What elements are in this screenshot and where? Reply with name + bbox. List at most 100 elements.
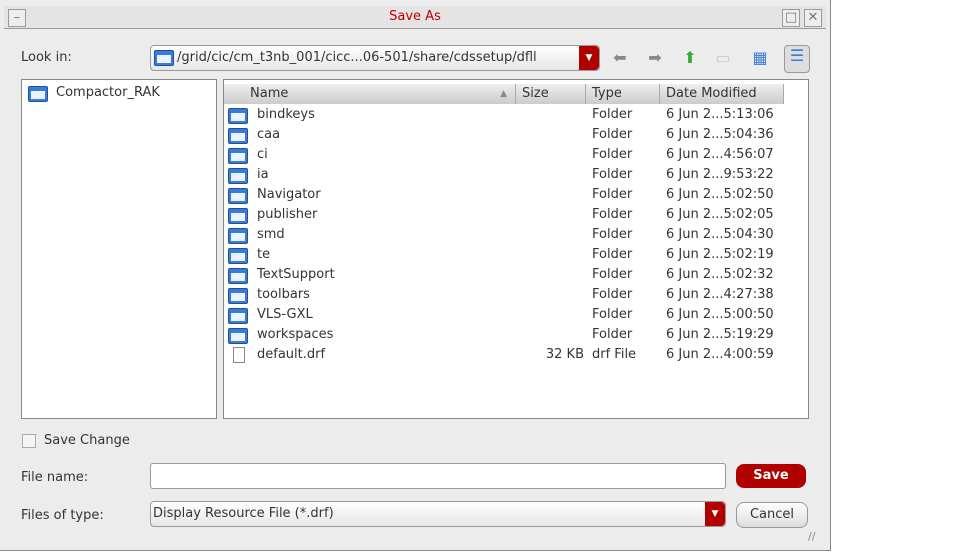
- column-header-name[interactable]: Name ▲: [224, 84, 516, 104]
- folder-icon: [228, 208, 248, 224]
- file-name: ia: [257, 167, 269, 182]
- folder-icon: [228, 188, 248, 204]
- table-row[interactable]: workspaces Folder 6 Jun 2...5:19:29: [228, 325, 798, 345]
- file-type: Folder: [592, 307, 633, 322]
- folder-icon: [228, 148, 248, 164]
- file-type: Folder: [592, 207, 633, 222]
- table-row[interactable]: VLS-GXL Folder 6 Jun 2...5:00:50: [228, 305, 798, 325]
- column-header-type[interactable]: Type: [586, 84, 660, 104]
- table-row[interactable]: Navigator Folder 6 Jun 2...5:02:50: [228, 185, 798, 205]
- file-date: 6 Jun 2...4:27:38: [666, 287, 774, 302]
- save-change-label: Save Change: [44, 433, 130, 448]
- file-name: toolbars: [257, 287, 310, 302]
- file-date: 6 Jun 2...5:04:30: [666, 227, 774, 242]
- sort-asc-icon: ▲: [500, 89, 507, 99]
- files-of-type-combo[interactable]: Display Resource File (*.drf) ▼: [150, 501, 726, 527]
- file-type: Folder: [592, 127, 633, 142]
- file-type: Folder: [592, 167, 633, 182]
- resize-grip-icon[interactable]: //: [808, 530, 815, 543]
- file-list: Name ▲ Size Type Date Modified bindkeys Fo…: [223, 79, 809, 419]
- look-in-label: Look in:: [21, 50, 72, 65]
- file-size: 32 KB: [545, 347, 584, 362]
- files-of-type-value: Display Resource File (*.drf): [153, 506, 334, 521]
- back-arrow-icon[interactable]: ⬅: [610, 48, 630, 68]
- cancel-button[interactable]: Cancel: [736, 502, 808, 528]
- file-date: 6 Jun 2...4:00:59: [666, 347, 774, 362]
- file-name: TextSupport: [257, 267, 335, 282]
- table-row[interactable]: bindkeys Folder 6 Jun 2...5:13:06: [228, 105, 798, 125]
- file-icon: [233, 347, 245, 363]
- title-bar: – Save As □ ✕: [4, 6, 826, 29]
- header-label: Name: [250, 86, 289, 101]
- table-row[interactable]: caa Folder 6 Jun 2...5:04:36: [228, 125, 798, 145]
- save-button[interactable]: Save: [736, 464, 806, 488]
- maximize-button[interactable]: □: [782, 9, 800, 27]
- table-row[interactable]: smd Folder 6 Jun 2...5:04:30: [228, 225, 798, 245]
- file-type: Folder: [592, 187, 633, 202]
- file-name: default.drf: [257, 347, 326, 362]
- file-name: workspaces: [257, 327, 334, 342]
- file-date: 6 Jun 2...5:13:06: [666, 107, 774, 122]
- folder-icon: [228, 228, 248, 244]
- file-date: 6 Jun 2...9:53:22: [666, 167, 774, 182]
- item-label: Compactor_RAK: [56, 85, 160, 100]
- column-header-date[interactable]: Date Modified: [660, 84, 784, 104]
- file-date: 6 Jun 2...5:00:50: [666, 307, 774, 322]
- table-row[interactable]: te Folder 6 Jun 2...5:02:19: [228, 245, 798, 265]
- folder-icon: [154, 50, 174, 66]
- table-row[interactable]: publisher Folder 6 Jun 2...5:02:05: [228, 205, 798, 225]
- file-date: 6 Jun 2...5:02:50: [666, 187, 774, 202]
- file-date: 6 Jun 2...4:56:07: [666, 147, 774, 162]
- folder-icon: [228, 108, 248, 124]
- file-name: VLS-GXL: [257, 307, 313, 322]
- file-type: Folder: [592, 227, 633, 242]
- save-as-dialog: – Save As □ ✕ Look in: /grid/cic/cm_t3nb…: [0, 0, 831, 551]
- folder-icon: [228, 328, 248, 344]
- table-row[interactable]: ci Folder 6 Jun 2...4:56:07: [228, 145, 798, 165]
- table-row[interactable]: default.drf 32 KB drf File 6 Jun 2...4:00:5…: [228, 345, 798, 365]
- file-name: publisher: [257, 207, 318, 222]
- look-in-path: /grid/cic/cm_t3nb_001/cicc...06-501/shar…: [177, 50, 537, 65]
- file-type: Folder: [592, 147, 633, 162]
- folder-icon: [228, 308, 248, 324]
- folder-icon: [228, 268, 248, 284]
- file-type: Folder: [592, 267, 633, 282]
- places-list: Compactor_RAK: [21, 79, 217, 419]
- file-type: drf File: [592, 347, 637, 362]
- file-type: Folder: [592, 287, 633, 302]
- close-button[interactable]: ✕: [804, 9, 822, 27]
- up-folder-icon[interactable]: ⬆: [680, 48, 700, 68]
- list-item[interactable]: Compactor_RAK: [26, 83, 206, 103]
- folder-icon: [228, 128, 248, 144]
- forward-arrow-icon[interactable]: ➡: [645, 48, 665, 68]
- new-folder-icon[interactable]: ▭: [713, 48, 733, 68]
- file-name: ci: [257, 147, 268, 162]
- folder-icon: [228, 248, 248, 264]
- file-name: smd: [257, 227, 285, 242]
- file-type: Folder: [592, 247, 633, 262]
- file-date: 6 Jun 2...5:19:29: [666, 327, 774, 342]
- file-type: Folder: [592, 107, 633, 122]
- file-date: 6 Jun 2...5:02:05: [666, 207, 774, 222]
- files-of-type-label: Files of type:: [21, 508, 104, 523]
- file-name-input[interactable]: [150, 463, 726, 489]
- file-name: bindkeys: [257, 107, 315, 122]
- list-view-icon[interactable]: ▦: [750, 48, 770, 68]
- file-name: te: [257, 247, 271, 262]
- look-in-combo[interactable]: /grid/cic/cm_t3nb_001/cicc...06-501/shar…: [150, 45, 600, 71]
- table-row[interactable]: toolbars Folder 6 Jun 2...4:27:38: [228, 285, 798, 305]
- dialog-title: Save As: [389, 9, 441, 24]
- chevron-down-icon[interactable]: ▼: [579, 46, 599, 70]
- save-change-checkbox[interactable]: [22, 434, 36, 448]
- folder-icon: [228, 168, 248, 184]
- file-name-label: File name:: [21, 470, 89, 485]
- chevron-down-icon[interactable]: ▼: [705, 502, 725, 526]
- file-date: 6 Jun 2...5:02:32: [666, 267, 774, 282]
- table-row[interactable]: ia Folder 6 Jun 2...9:53:22: [228, 165, 798, 185]
- column-header-size[interactable]: Size: [516, 84, 586, 104]
- file-type: Folder: [592, 327, 633, 342]
- detail-view-icon[interactable]: ☰: [784, 45, 810, 73]
- table-row[interactable]: TextSupport Folder 6 Jun 2...5:02:32: [228, 265, 798, 285]
- file-name: caa: [257, 127, 281, 142]
- file-date: 6 Jun 2...5:04:36: [666, 127, 774, 142]
